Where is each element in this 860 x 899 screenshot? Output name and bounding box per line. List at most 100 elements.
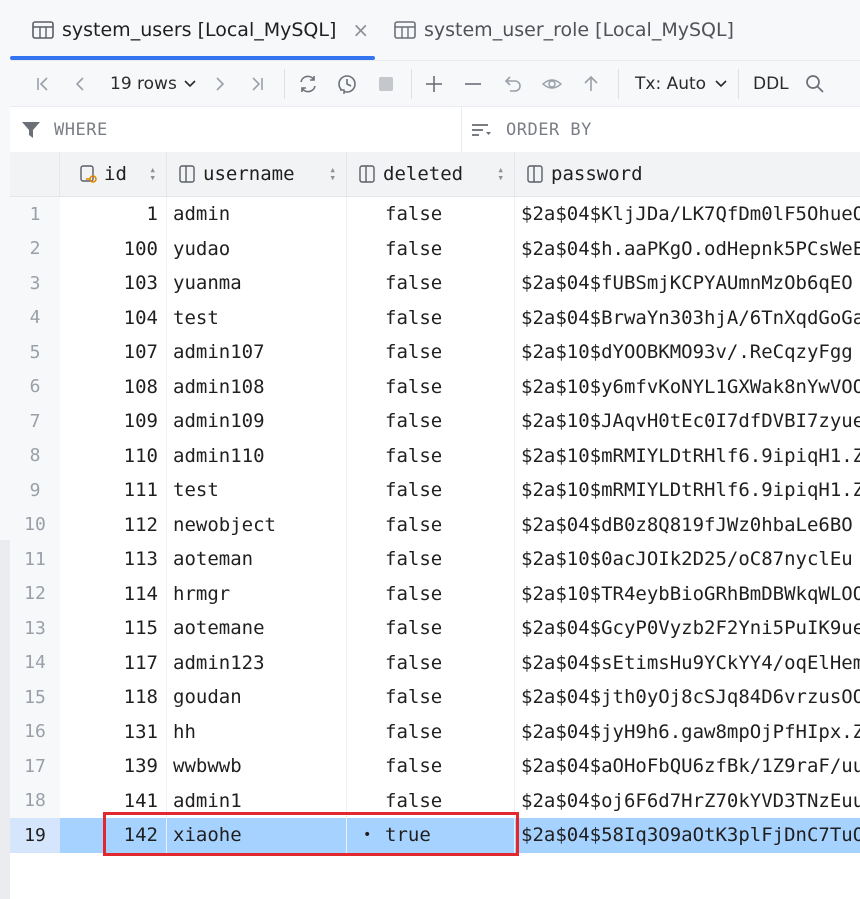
table-row[interactable]: 4 104 test false $2a$04$BrwaYn303hjA/6TnXqdG… <box>10 300 860 336</box>
cell-username[interactable]: newobject <box>167 507 347 542</box>
add-row-icon[interactable] <box>419 61 449 106</box>
table-row[interactable]: 14 117 admin123 false $2a$04$sEtimsHu9YCkYY4… <box>10 645 860 681</box>
view-preview-icon[interactable] <box>537 61 567 106</box>
cell-username[interactable]: admin107 <box>167 335 347 370</box>
cell-password[interactable]: $2a$10$mRMIYLDtRHlf6.9ipiqH1.Z <box>515 473 860 508</box>
cell-deleted[interactable]: false <box>347 231 515 266</box>
cell-username[interactable]: aoteman <box>167 542 347 577</box>
table-row[interactable]: 6 108 admin108 false $2a$10$y6mfvKoNYL1GXWak… <box>10 369 860 405</box>
cell-username[interactable]: test <box>167 473 347 508</box>
cell-password[interactable]: $2a$04$KljJDa/LK7QfDm0lF5OhueOA <box>515 197 860 232</box>
cell-password[interactable]: $2a$04$fUBSmjKCPYAUmnMzOb6qEO <box>515 266 860 301</box>
cell-username[interactable]: yuanma <box>167 266 347 301</box>
cell-username[interactable]: admin123 <box>167 645 347 680</box>
cell-id[interactable]: 118 <box>60 680 167 715</box>
cell-id[interactable]: 100 <box>60 231 167 266</box>
ddl-button[interactable]: DDL <box>753 61 789 106</box>
cell-id[interactable]: 111 <box>60 473 167 508</box>
sort-arrows-icon[interactable]: ▴ ▾ <box>329 164 336 183</box>
sort-arrows-icon[interactable]: ▴ ▾ <box>149 164 156 183</box>
cell-password[interactable]: $2a$10$y6mfvKoNYL1GXWak8nYwVOO <box>515 370 860 405</box>
cell-id[interactable]: 103 <box>60 266 167 301</box>
cell-username[interactable]: admin110 <box>167 438 347 473</box>
table-row[interactable]: 12 114 hrmgr false $2a$10$TR4eybBioGRhBmDBWk… <box>10 576 860 611</box>
table-row[interactable]: 1 1 admin false $2a$04$KljJDa/LK7QfDm0lF5Ohu… <box>10 197 860 232</box>
column-header-username[interactable]: username ▴ ▾ <box>167 152 347 196</box>
cell-id[interactable]: 112 <box>60 507 167 542</box>
column-header-password[interactable]: password <box>515 152 860 196</box>
table-row[interactable]: 10 112 newobject false $2a$04$dB0z8Q819fJWz0… <box>10 507 860 543</box>
previous-page-icon[interactable] <box>65 61 95 106</box>
table-row[interactable]: 7 109 admin109 false $2a$10$JAqvH0tEc0I7dfDV… <box>10 404 860 439</box>
cell-password[interactable]: $2a$10$mRMIYLDtRHlf6.9ipiqH1.Z <box>515 439 860 474</box>
column-header-id[interactable]: id ▴ ▾ <box>60 152 167 196</box>
cell-password[interactable]: $2a$04$58Iq3O9aOtK3plFjDnC7TuO <box>515 818 860 853</box>
stop-icon[interactable] <box>371 61 401 106</box>
tab-system-users[interactable]: system_users [Local_MySQL] × <box>10 0 375 60</box>
table-row[interactable]: 15 118 goudan false $2a$04$jth0yOj8cSJq84D6v… <box>10 680 860 715</box>
table-row[interactable]: 8 110 admin110 false $2a$10$mRMIYLDtRHlf6.9i… <box>10 438 860 474</box>
tab-system-user-role[interactable]: system_user_role [Local_MySQL] <box>390 0 734 60</box>
cell-deleted[interactable]: false <box>347 369 515 404</box>
cell-deleted[interactable]: false <box>347 714 515 749</box>
table-row[interactable]: 5 107 admin107 false $2a$10$dYOOBKMO93v/.ReC… <box>10 335 860 370</box>
table-row[interactable]: 13 115 aotemane false $2a$04$GcyP0Vyzb2F2Yni… <box>10 611 860 646</box>
table-row[interactable]: 17 139 wwbwwb false $2a$04$aOHoFbQU6zfBk/1Z9… <box>10 749 860 784</box>
cell-password[interactable]: $2a$04$jyH9h6.gaw8mpOjPfHIpx.Z <box>515 715 860 750</box>
first-page-icon[interactable] <box>28 61 58 106</box>
sort-arrows-icon[interactable]: ▴ ▾ <box>497 164 504 183</box>
cell-id[interactable]: 117 <box>60 645 167 680</box>
cell-password[interactable]: $2a$04$oj6F6d7HrZ70kYVD3TNzEuu <box>515 784 860 819</box>
table-row[interactable]: 2 100 yudao false $2a$04$h.aaPKgO.odHepnk5PC… <box>10 231 860 267</box>
table-row[interactable]: 9 111 test false $2a$10$mRMIYLDtRHlf6.9ipiqH… <box>10 473 860 508</box>
cell-deleted[interactable]: false <box>347 542 515 577</box>
cell-deleted[interactable]: false <box>347 680 515 715</box>
cell-username[interactable]: admin108 <box>167 369 347 404</box>
cell-deleted[interactable]: false <box>347 197 515 232</box>
cell-deleted[interactable]: false <box>347 404 515 439</box>
cell-username[interactable]: wwbwwb <box>167 749 347 784</box>
cell-id[interactable]: 114 <box>60 576 167 611</box>
cell-deleted[interactable]: false <box>347 438 515 473</box>
cell-id[interactable]: 108 <box>60 369 167 404</box>
cell-deleted[interactable]: false <box>347 749 515 784</box>
cell-username[interactable]: hh <box>167 714 347 749</box>
cell-password[interactable]: $2a$10$dYOOBKMO93v/.ReCqzyFgg <box>515 335 860 370</box>
cell-password[interactable]: $2a$04$h.aaPKgO.odHepnk5PCsWeE <box>515 232 860 267</box>
tx-mode-dropdown[interactable]: Tx: Auto <box>635 61 728 106</box>
cell-id[interactable]: 104 <box>60 300 167 335</box>
cell-password[interactable]: $2a$10$JAqvH0tEc0I7dfDVBI7zyue <box>515 404 860 439</box>
cell-password[interactable]: $2a$04$BrwaYn303hjA/6TnXqdGoGa <box>515 301 860 336</box>
table-row[interactable]: 16 131 hh false $2a$04$jyH9h6.gaw8mpOjPfHIpx… <box>10 714 860 750</box>
cell-username[interactable]: admin <box>167 197 347 232</box>
cell-id[interactable]: 115 <box>60 611 167 646</box>
cell-username[interactable]: aotemane <box>167 611 347 646</box>
search-icon[interactable] <box>800 61 830 106</box>
cell-deleted[interactable]: false <box>347 300 515 335</box>
rows-count-dropdown[interactable]: 19 rows <box>110 61 197 106</box>
next-page-icon[interactable] <box>205 61 235 106</box>
cell-id[interactable]: 110 <box>60 438 167 473</box>
table-row[interactable]: 3 103 yuanma false $2a$04$fUBSmjKCPYAUmnMzOb… <box>10 266 860 301</box>
close-icon[interactable]: × <box>352 18 369 42</box>
cell-id[interactable]: 113 <box>60 542 167 577</box>
cell-deleted[interactable]: false <box>347 473 515 508</box>
cell-username[interactable]: admin109 <box>167 404 347 439</box>
cell-deleted[interactable]: false <box>347 507 515 542</box>
cell-password[interactable]: $2a$04$sEtimsHu9YCkYY4/oqElHem <box>515 646 860 681</box>
revert-icon[interactable] <box>498 61 528 106</box>
where-filter-field[interactable]: WHERE <box>20 107 108 152</box>
cell-id[interactable]: 1 <box>60 197 167 232</box>
cell-username[interactable]: hrmgr <box>167 576 347 611</box>
last-page-icon[interactable] <box>242 61 272 106</box>
cell-username[interactable]: test <box>167 300 347 335</box>
cell-deleted[interactable]: false <box>347 645 515 680</box>
delete-row-icon[interactable] <box>458 61 488 106</box>
cell-password[interactable]: $2a$04$GcyP0Vyzb2F2Yni5PuIK9ue <box>515 611 860 646</box>
cell-username[interactable]: yudao <box>167 231 347 266</box>
table-row[interactable]: 11 113 aoteman false $2a$10$0acJOIk2D25/oC87… <box>10 542 860 577</box>
history-icon[interactable] <box>332 61 362 106</box>
order-by-field[interactable]: ORDER BY <box>470 107 592 152</box>
submit-icon[interactable] <box>576 61 606 106</box>
cell-password[interactable]: $2a$04$dB0z8Q819fJWz0hbaLe6BO <box>515 508 860 543</box>
